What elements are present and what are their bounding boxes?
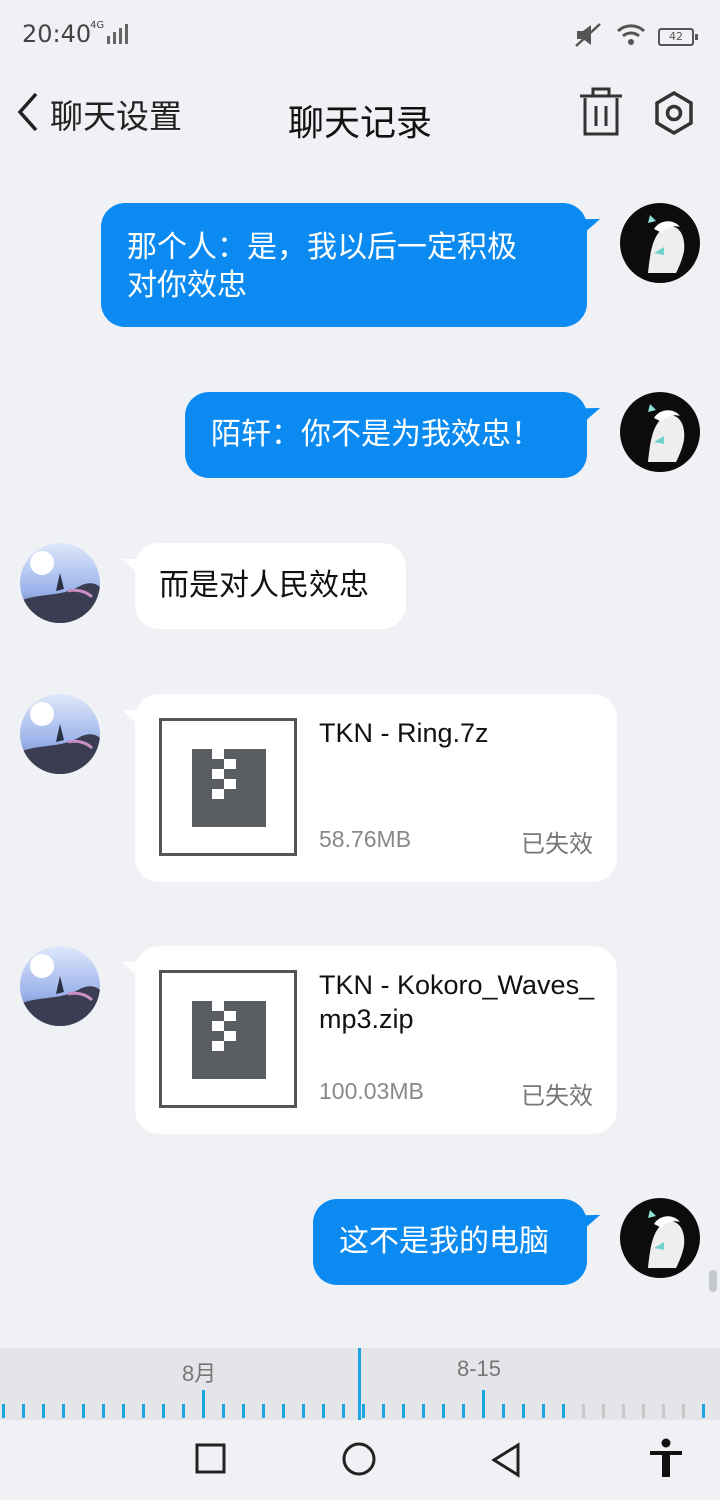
- timeline-tick: [462, 1404, 465, 1418]
- timeline-tick: [682, 1404, 685, 1418]
- timeline-tick: [342, 1404, 345, 1418]
- timeline-tick: [322, 1404, 325, 1418]
- timeline-tick: [22, 1404, 25, 1418]
- page-title: 聊天记录: [287, 103, 432, 144]
- timeline-label-date: 8-15: [457, 1356, 502, 1381]
- message-bubble-sent[interactable]: 那个人：是，我以后一定积极 对你效忠: [101, 203, 587, 327]
- message-bubble-sent[interactable]: 陌轩：你不是为我效忠！: [185, 392, 587, 478]
- timeline-tick: [422, 1404, 425, 1418]
- triangle-back-nav-icon[interactable]: [490, 1442, 524, 1482]
- circle-nav-icon[interactable]: [340, 1442, 378, 1482]
- timeline-tick: [262, 1404, 265, 1418]
- timeline-tick: [362, 1404, 365, 1418]
- file-message-card[interactable]: TKN - Kokoro_Waves_mp3.zip 100.03MB 已失效: [135, 946, 617, 1134]
- network-type: 4G: [90, 20, 105, 31]
- trash-icon[interactable]: [578, 86, 624, 142]
- contact-avatar[interactable]: [20, 946, 100, 1026]
- timeline-label-month: 8月: [182, 1361, 217, 1386]
- file-status: 已失效: [521, 830, 593, 858]
- timeline-tick: [122, 1404, 125, 1418]
- message-bubble-sent[interactable]: 这不是我的电脑: [313, 1199, 587, 1285]
- settings-icon[interactable]: [652, 90, 696, 140]
- timeline-tick: [282, 1404, 285, 1418]
- timeline-tick: [642, 1404, 645, 1418]
- contact-avatar[interactable]: [20, 543, 100, 623]
- timeline-tick: [522, 1404, 525, 1418]
- wifi-icon: [616, 23, 646, 51]
- timeline-tick: [402, 1404, 405, 1418]
- square-nav-icon[interactable]: [195, 1442, 227, 1480]
- timeline-tick: [102, 1404, 105, 1418]
- system-nav-bar: [0, 1420, 720, 1500]
- timeline-tick: [622, 1404, 625, 1418]
- timeline-tick: [582, 1404, 585, 1418]
- accessibility-icon[interactable]: [648, 1438, 684, 1484]
- timeline-tick: [42, 1404, 45, 1418]
- file-size: 100.03MB: [319, 1078, 424, 1104]
- battery-icon: 42: [658, 28, 698, 46]
- timeline-ticks: [0, 1390, 720, 1418]
- timeline-tick: [502, 1404, 505, 1418]
- archive-file-icon: [159, 970, 297, 1108]
- file-message-card[interactable]: TKN - Ring.7z 58.76MB 已失效: [135, 694, 617, 882]
- scrollbar-thumb[interactable]: [709, 1270, 717, 1292]
- header: 聊天设置 聊天记录: [0, 72, 720, 158]
- my-avatar[interactable]: [620, 392, 700, 472]
- back-button[interactable]: 聊天设置: [14, 90, 182, 138]
- archive-file-icon: [159, 718, 297, 856]
- timeline-tick: [202, 1390, 205, 1418]
- timeline-tick: [302, 1404, 305, 1418]
- my-avatar[interactable]: [620, 1198, 700, 1278]
- timeline-tick: [162, 1404, 165, 1418]
- timeline-tick: [242, 1404, 245, 1418]
- back-chevron-icon: [14, 90, 40, 138]
- timeline-tick: [602, 1404, 605, 1418]
- status-time: 20:40: [22, 20, 92, 48]
- timeline-tick: [382, 1404, 385, 1418]
- message-bubble-received[interactable]: 而是对人民效忠: [135, 543, 406, 629]
- file-size: 58.76MB: [319, 826, 412, 852]
- timeline-tick: [182, 1404, 185, 1418]
- timeline-tick: [82, 1404, 85, 1418]
- file-name: TKN - Kokoro_Waves_mp3.zip: [319, 970, 595, 1034]
- back-label: 聊天设置: [50, 97, 182, 136]
- timeline-tick: [442, 1404, 445, 1418]
- timeline-tick: [542, 1404, 545, 1418]
- date-timeline[interactable]: 8月 8-15: [0, 1348, 720, 1420]
- timeline-tick: [2, 1404, 5, 1418]
- file-status: 已失效: [521, 1082, 593, 1110]
- timeline-tick: [62, 1404, 65, 1418]
- status-bar: 20:40 4G 42: [0, 0, 720, 72]
- signal-icon: 4G: [90, 20, 129, 44]
- file-name: TKN - Ring.7z: [319, 718, 489, 748]
- timeline-tick: [662, 1404, 665, 1418]
- my-avatar[interactable]: [620, 203, 700, 283]
- timeline-tick: [482, 1390, 485, 1418]
- timeline-tick: [222, 1404, 225, 1418]
- mute-icon: [574, 22, 604, 52]
- timeline-tick: [562, 1404, 565, 1418]
- timeline-tick: [142, 1404, 145, 1418]
- contact-avatar[interactable]: [20, 694, 100, 774]
- timeline-tick: [702, 1404, 705, 1418]
